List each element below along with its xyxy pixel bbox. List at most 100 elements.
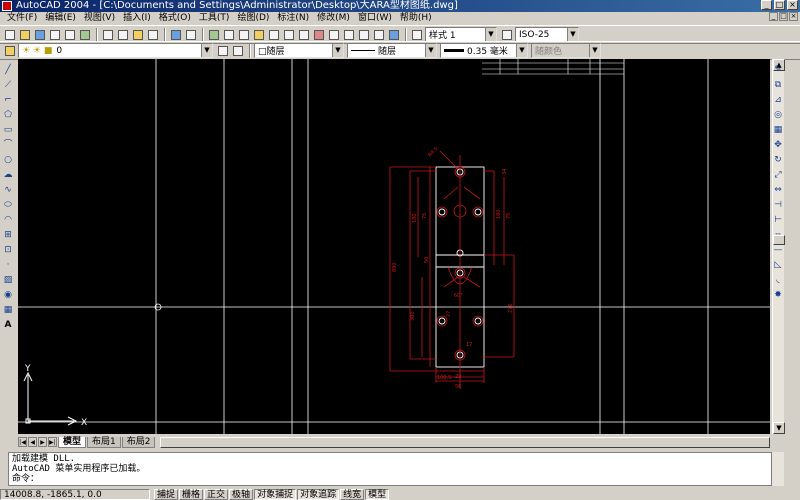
object-snap-icon[interactable]	[222, 28, 236, 42]
close-button[interactable]: ×	[787, 0, 798, 10]
make-object-layer-current-icon[interactable]	[216, 44, 230, 58]
dropdown-arrow-icon[interactable]: ▼	[201, 44, 212, 57]
tab-model[interactable]: 模型	[58, 436, 87, 448]
open-file-icon[interactable]	[18, 28, 32, 42]
construction-line-icon[interactable]: ⟋	[2, 79, 14, 91]
ucs-icon[interactable]	[237, 28, 251, 42]
stretch-icon[interactable]: ⇔	[772, 184, 784, 196]
next-tab-icon[interactable]: ▶	[38, 437, 47, 447]
layer-select[interactable]: ☀ ☀ ■ 0 ▼	[18, 43, 213, 58]
layer-manager-icon[interactable]	[3, 44, 17, 58]
circle-icon[interactable]: ○	[2, 154, 14, 166]
polyline-icon[interactable]: ⌐	[2, 94, 14, 106]
ellipse-arc-icon[interactable]: ◠	[2, 214, 14, 226]
layer-previous-icon[interactable]	[231, 44, 245, 58]
trim-icon[interactable]: ⊣	[772, 199, 784, 211]
menu-tools[interactable]: 工具(T)	[195, 12, 234, 24]
hatch-icon[interactable]: ▨	[2, 274, 14, 286]
rotate-icon[interactable]: ↻	[772, 154, 784, 166]
tab-layout1[interactable]: 布局1	[87, 436, 121, 448]
doc-close-button[interactable]: ×	[789, 12, 798, 21]
dropdown-arrow-icon[interactable]: ▼	[425, 44, 436, 57]
dropdown-arrow-icon[interactable]: ▼	[567, 28, 578, 41]
linetype-select[interactable]: 随层 ▼	[347, 43, 437, 58]
paste-icon[interactable]	[131, 28, 145, 42]
polygon-icon[interactable]: ⬠	[2, 109, 14, 121]
properties-icon[interactable]	[312, 28, 326, 42]
scale-icon[interactable]: ⤢	[772, 169, 784, 181]
move-icon[interactable]: ✥	[772, 139, 784, 151]
command-window[interactable]: 加载建模 DLL. AutoCAD 菜单实用程序已加载。 命令：	[8, 452, 772, 486]
dropdown-arrow-icon[interactable]: ▼	[332, 44, 343, 57]
menu-window[interactable]: 窗口(W)	[354, 12, 396, 24]
spline-icon[interactable]: ∿	[2, 184, 14, 196]
dropdown-arrow-icon[interactable]: ▼	[485, 28, 496, 41]
menu-insert[interactable]: 插入(I)	[119, 12, 155, 24]
otrack-toggle[interactable]: 对象追踪	[297, 488, 340, 500]
command-window-scrollbar[interactable]	[772, 452, 784, 486]
text-style-icon[interactable]	[410, 28, 424, 42]
new-file-icon[interactable]	[3, 28, 17, 42]
osnap-toggle[interactable]: 对象捕捉	[254, 488, 297, 500]
rectangle-icon[interactable]: ▭	[2, 124, 14, 136]
undo-icon[interactable]	[169, 28, 183, 42]
publish-icon[interactable]	[78, 28, 92, 42]
insert-block-icon[interactable]: ⊞	[2, 229, 14, 241]
design-center-icon[interactable]	[327, 28, 341, 42]
offset-icon[interactable]: ◎	[772, 109, 784, 121]
redo-icon[interactable]	[184, 28, 198, 42]
color-select[interactable]: □随层 ▼	[254, 43, 344, 58]
print-preview-icon[interactable]	[63, 28, 77, 42]
polar-toggle[interactable]: 极轴	[229, 488, 254, 500]
first-tab-icon[interactable]: |◀	[18, 437, 27, 447]
help-icon[interactable]	[387, 28, 401, 42]
coordinate-readout[interactable]: 14008.8, -1865.1, 0.0	[0, 488, 150, 500]
pan-icon[interactable]	[252, 28, 266, 42]
explode-icon[interactable]: ✸	[772, 289, 784, 301]
markup-icon[interactable]	[357, 28, 371, 42]
break-icon[interactable]: ╌	[772, 229, 784, 241]
previous-tab-icon[interactable]: ◀	[28, 437, 37, 447]
revision-cloud-icon[interactable]: ☁	[2, 169, 14, 181]
menu-draw[interactable]: 绘图(D)	[233, 12, 273, 24]
menu-help[interactable]: 帮助(H)	[396, 12, 436, 24]
dropdown-arrow-icon[interactable]: ▼	[516, 44, 527, 57]
doc-minimize-button[interactable]: _	[769, 12, 778, 21]
line-icon[interactable]: ╱	[2, 64, 14, 76]
maximize-button[interactable]: □	[774, 0, 785, 10]
mirror-icon[interactable]: ⊿	[772, 94, 784, 106]
menu-edit[interactable]: 编辑(E)	[41, 12, 80, 24]
last-tab-icon[interactable]: ▶|	[48, 437, 57, 447]
menu-format[interactable]: 格式(O)	[155, 12, 195, 24]
model-toggle[interactable]: 模型	[365, 488, 390, 500]
menu-modify[interactable]: 修改(M)	[313, 12, 354, 24]
grid-toggle[interactable]: 栅格	[179, 488, 204, 500]
hyperlink-icon[interactable]	[207, 28, 221, 42]
dim-style-icon[interactable]	[500, 28, 514, 42]
menu-view[interactable]: 视图(V)	[80, 12, 119, 24]
zoom-realtime-icon[interactable]	[267, 28, 281, 42]
table-icon[interactable]: ▦	[2, 304, 14, 316]
dim-style-select[interactable]: ISO-25 ▼	[515, 27, 579, 42]
match-properties-icon[interactable]	[146, 28, 160, 42]
region-icon[interactable]: ◉	[2, 289, 14, 301]
tool-palettes-icon[interactable]	[342, 28, 356, 42]
autocad-app-icon[interactable]	[2, 1, 12, 11]
save-icon[interactable]	[33, 28, 47, 42]
lineweight-toggle[interactable]: 线宽	[340, 488, 365, 500]
array-icon[interactable]: ▦	[772, 124, 784, 136]
chamfer-icon[interactable]: ◺	[772, 259, 784, 271]
fillet-icon[interactable]: ◟	[772, 274, 784, 286]
join-icon[interactable]: —	[772, 244, 784, 256]
minimize-button[interactable]: _	[761, 0, 772, 10]
point-icon[interactable]: ·	[2, 259, 14, 271]
zoom-window-icon[interactable]	[282, 28, 296, 42]
ortho-toggle[interactable]: 正交	[204, 488, 229, 500]
multiline-text-icon[interactable]: A	[2, 319, 14, 331]
arc-icon[interactable]: ⌒	[2, 139, 14, 151]
print-icon[interactable]	[48, 28, 62, 42]
drawing-area[interactable]: 890 180 75 50 300 27 180 75 276 34 17 10…	[18, 59, 770, 434]
calculator-icon[interactable]	[372, 28, 386, 42]
copy-object-icon[interactable]: ⧉	[772, 79, 784, 91]
menu-dimension[interactable]: 标注(N)	[273, 12, 313, 24]
